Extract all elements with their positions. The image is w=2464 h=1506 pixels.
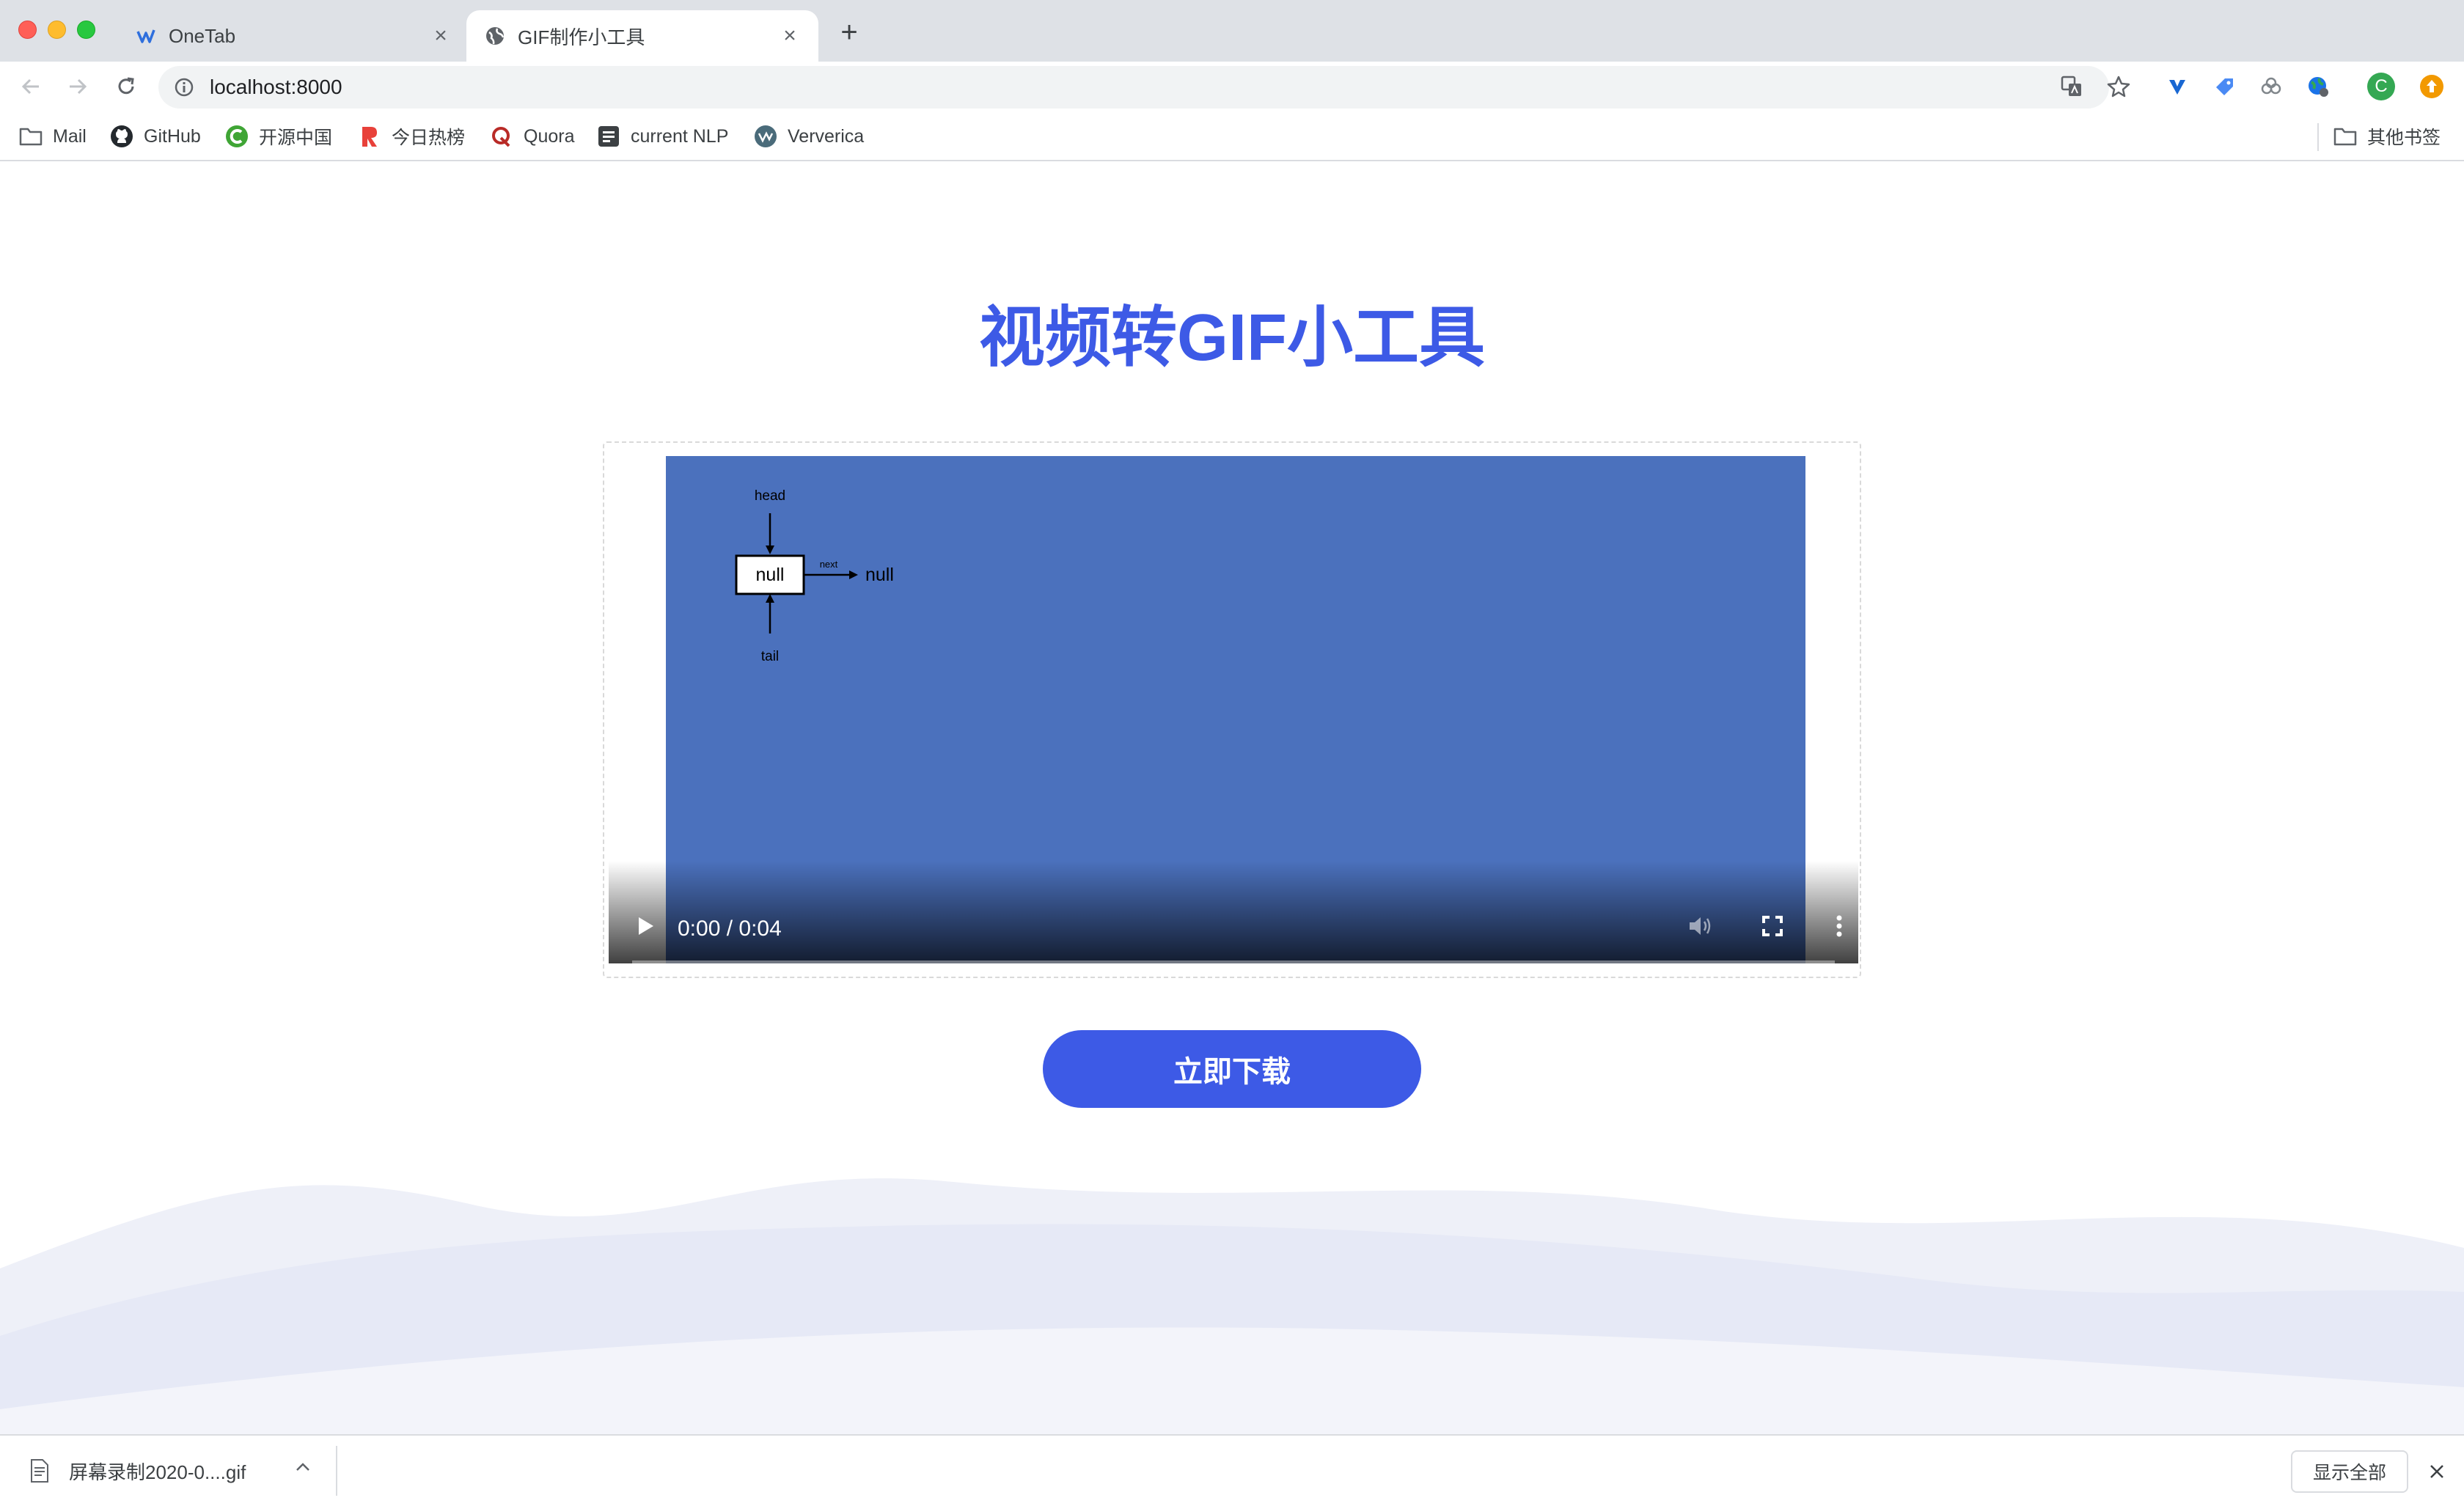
next-arrow-head <box>849 570 858 579</box>
extension-v-icon[interactable] <box>2163 72 2192 101</box>
profile-avatar[interactable]: C <box>2366 72 2396 101</box>
download-button[interactable]: 立即下载 <box>1043 1030 1421 1108</box>
fullscreen-icon[interactable] <box>1754 908 1791 944</box>
next-label: next <box>820 559 838 570</box>
download-shelf: 屏幕录制2020-0....gif 显示全部 <box>0 1434 2464 1506</box>
minimize-window-button[interactable] <box>48 21 66 39</box>
file-icon <box>29 1458 50 1483</box>
download-filename: 屏幕录制2020-0....gif <box>69 1461 246 1483</box>
globe-icon <box>484 25 506 47</box>
video-player[interactable]: head null next null tail 0:00 / 0:04 <box>609 456 1858 963</box>
show-all-button[interactable]: 显示全部 <box>2291 1450 2408 1493</box>
head-label: head <box>755 488 785 504</box>
tab-gif-tool[interactable]: GIF制作小工具 × <box>466 10 818 62</box>
page-content: 视频转GIF小工具 head null next null tail 0:00 … <box>0 163 2464 1434</box>
bookmarks-bar: Mail GitHub 开源中国 今日热榜 Quora current NLP … <box>0 113 2464 161</box>
video-timecode: 0:00 / 0:04 <box>678 917 782 941</box>
toolbar: localhost:8000 C <box>0 62 2464 113</box>
download-shelf-divider <box>336 1446 337 1496</box>
close-tab-icon[interactable]: × <box>779 23 801 48</box>
update-icon[interactable] <box>2417 72 2446 101</box>
browser-chrome: OneTab × GIF制作小工具 × + localhost:8000 C M… <box>0 0 2464 163</box>
tab-strip: OneTab × GIF制作小工具 × + <box>0 0 2464 62</box>
close-icon[interactable] <box>2424 1459 2449 1484</box>
github-icon <box>110 125 133 148</box>
new-tab-button[interactable]: + <box>836 18 862 47</box>
url-text: localhost:8000 <box>210 76 342 98</box>
forward-icon[interactable] <box>63 72 92 101</box>
oschina-icon <box>225 125 249 148</box>
bookmark-other-folder[interactable]: 其他书签 <box>2333 122 2441 151</box>
extension-tag-icon[interactable] <box>2210 72 2239 101</box>
maximize-window-button[interactable] <box>77 21 95 39</box>
node-label: null <box>756 565 785 585</box>
head-arrow-head <box>766 546 774 554</box>
translate-icon[interactable] <box>2057 72 2086 101</box>
more-options-icon[interactable] <box>1825 908 1854 944</box>
mute-icon[interactable] <box>1682 908 1719 944</box>
site-info-icon[interactable] <box>173 76 195 98</box>
close-window-button[interactable] <box>18 21 37 39</box>
tab-title: GIF制作小工具 <box>518 26 645 48</box>
bookmark-label: Ververica <box>788 125 865 147</box>
list-icon <box>597 125 620 148</box>
bookmark-tophub[interactable]: 今日热榜 <box>358 122 465 151</box>
folder-icon <box>2333 125 2357 148</box>
page-title: 视频转GIF小工具 <box>979 301 1485 375</box>
bookmark-label: 开源中国 <box>259 128 333 148</box>
tab-onetab[interactable]: OneTab × <box>117 10 469 62</box>
profile-initial: C <box>2375 76 2388 96</box>
bookmark-label: 今日热榜 <box>392 128 466 148</box>
video-container: head null next null tail 0:00 / 0:04 <box>603 441 1861 978</box>
bookmark-ververica[interactable]: Ververica <box>754 122 864 151</box>
tab-title: OneTab <box>169 24 236 47</box>
download-item[interactable]: 屏幕录制2020-0....gif <box>29 1447 246 1494</box>
bookmark-github[interactable]: GitHub <box>110 122 201 151</box>
bookmark-oschina[interactable]: 开源中国 <box>225 122 332 151</box>
tail-label: tail <box>761 649 779 664</box>
bookmark-quora[interactable]: Quora <box>490 122 574 151</box>
close-tab-icon[interactable]: × <box>430 23 452 48</box>
tophub-icon <box>358 125 381 148</box>
bookmark-star-icon[interactable] <box>2104 72 2133 101</box>
tail-arrow-head <box>766 594 774 603</box>
bookmark-label: Mail <box>53 125 87 147</box>
quora-icon <box>490 125 513 148</box>
chevron-up-icon[interactable] <box>292 1456 314 1478</box>
back-icon[interactable] <box>16 72 45 101</box>
folder-icon <box>19 125 43 148</box>
address-bar[interactable]: localhost:8000 <box>158 66 2109 109</box>
video-progress-bar[interactable] <box>632 960 1835 963</box>
bookmark-mail[interactable]: Mail <box>19 122 87 151</box>
bookmark-current-nlp[interactable]: current NLP <box>597 122 728 151</box>
extension-link-icon[interactable] <box>2256 72 2286 101</box>
video-controls: 0:00 / 0:04 <box>609 861 1858 963</box>
null-target-label: null <box>865 565 894 585</box>
play-icon[interactable] <box>631 908 660 944</box>
reload-icon[interactable] <box>111 72 141 101</box>
linked-list-diagram: head null next null tail <box>735 488 894 664</box>
extension-globe-icon[interactable] <box>2303 72 2333 101</box>
bookmark-label: current NLP <box>631 125 729 147</box>
bookmarks-divider <box>2317 123 2319 151</box>
decorative-waves <box>0 1178 2464 1434</box>
bookmark-label: GitHub <box>144 125 201 147</box>
bookmark-label: 其他书签 <box>2367 128 2441 148</box>
ververica-icon <box>754 125 777 148</box>
onetab-icon <box>135 25 157 47</box>
bookmark-label: Quora <box>524 125 575 147</box>
